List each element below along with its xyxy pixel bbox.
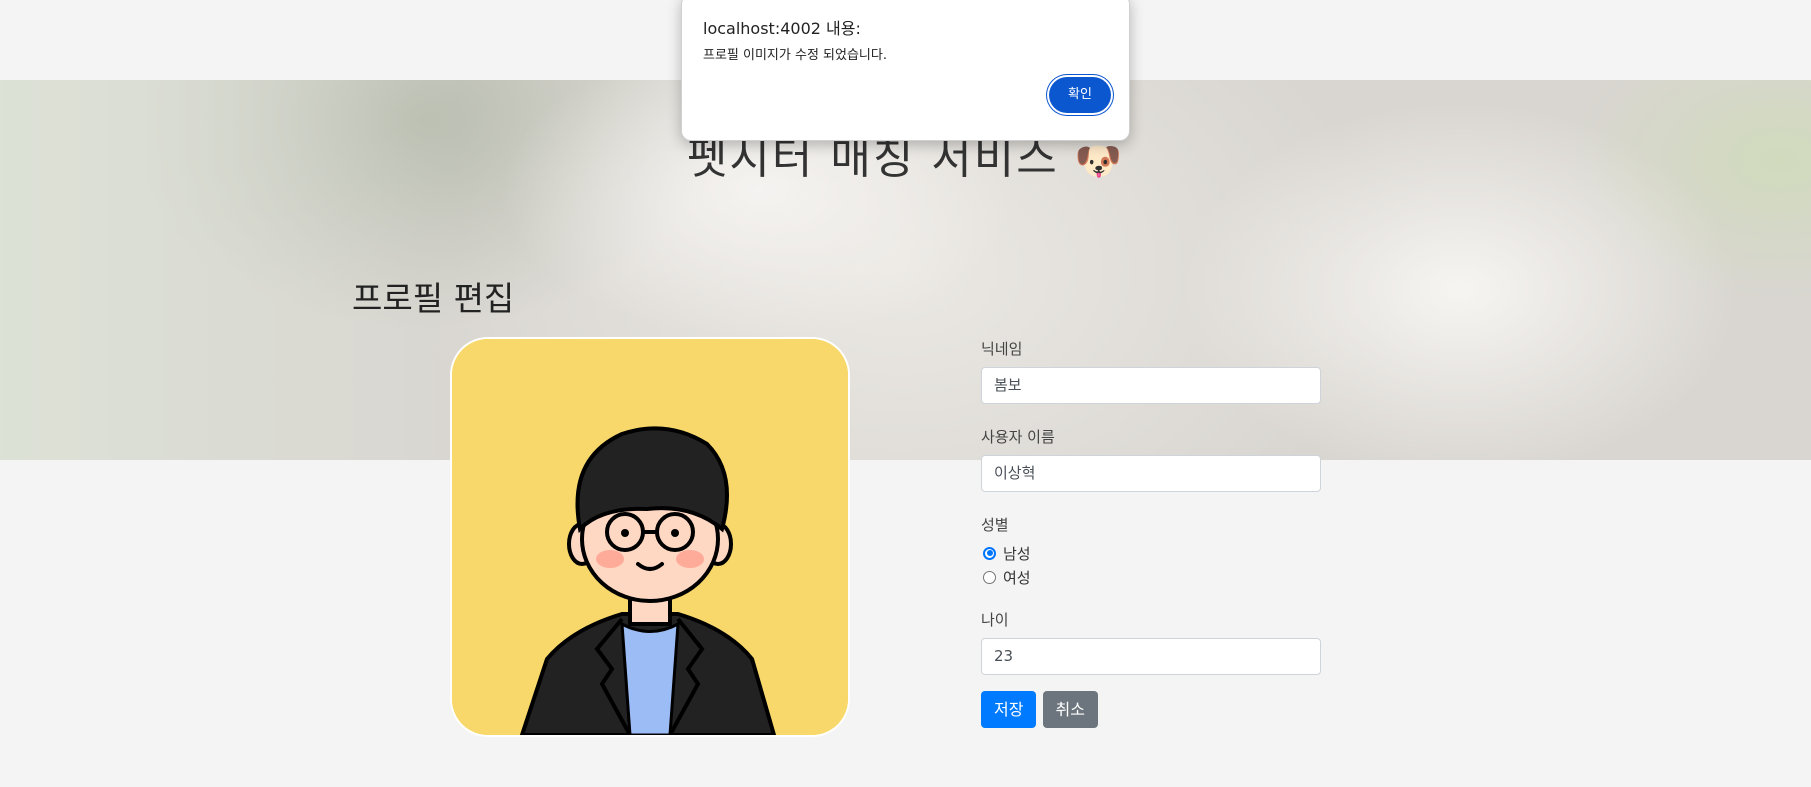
dog-face-icon: 🐶 (1074, 138, 1125, 183)
save-button[interactable]: 저장 (981, 691, 1037, 728)
cancel-button[interactable]: 취소 (1042, 691, 1098, 728)
nickname-input[interactable]: 봄보 (981, 367, 1321, 404)
username-label: 사용자 이름 (981, 428, 1055, 446)
gender-label: 성별 (981, 516, 1009, 534)
alert-dialog: localhost:4002 내용: 프로필 이미지가 수정 되었습니다. 확인 (681, 0, 1130, 141)
profile-image[interactable] (452, 339, 848, 735)
nickname-label: 닉네임 (981, 340, 1023, 358)
age-label: 나이 (981, 611, 1009, 629)
female-radio-label: 여성 (1003, 568, 1031, 587)
form-actions: 저장 취소 (981, 691, 1321, 728)
age-input[interactable]: 23 (981, 638, 1321, 675)
avatar-illustration (452, 339, 848, 735)
dialog-message: 프로필 이미지가 수정 되었습니다. (703, 48, 887, 63)
dialog-origin: localhost:4002 내용: (703, 19, 861, 38)
gender-option-female[interactable]: 여성 (981, 565, 1321, 589)
dialog-ok-button[interactable]: 확인 (1049, 77, 1111, 113)
male-radio[interactable] (983, 546, 996, 560)
username-input[interactable]: 이상혁 (981, 455, 1321, 492)
page-title: 프로필 편집 (352, 279, 515, 318)
gender-option-male[interactable]: 남성 (981, 541, 1321, 565)
profile-form: 닉네임 봄보 사용자 이름 이상혁 성별 남성 여성 나이 23 저장 취소 (981, 338, 1321, 728)
female-radio[interactable] (983, 570, 996, 584)
male-radio-label: 남성 (1003, 544, 1031, 563)
